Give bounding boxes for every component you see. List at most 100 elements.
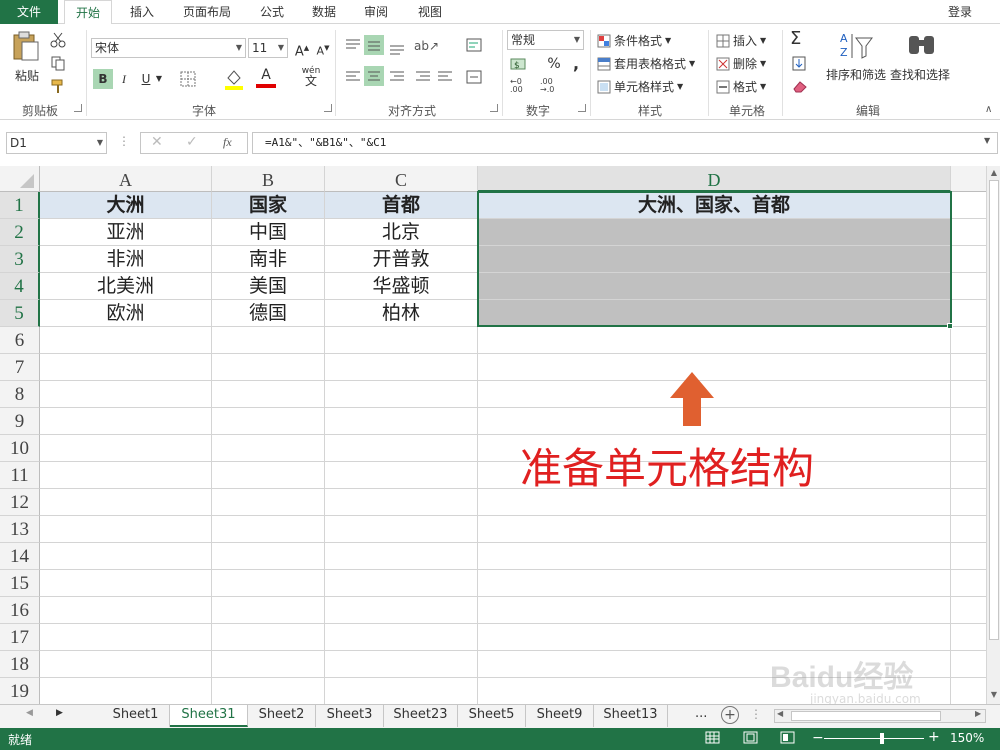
empty-cell[interactable] xyxy=(40,381,212,408)
empty-cell[interactable] xyxy=(325,543,478,570)
row-header[interactable]: 11 xyxy=(0,462,40,489)
empty-cell[interactable] xyxy=(951,354,986,381)
empty-cell[interactable] xyxy=(212,327,325,354)
number-format-select[interactable]: 常规 ▼ xyxy=(507,30,584,50)
clipboard-launcher-icon[interactable] xyxy=(74,104,82,112)
cell-b4[interactable]: 美国 xyxy=(212,273,325,300)
cell-styles-button[interactable]: 单元格样式 ▼ xyxy=(597,78,683,95)
zoom-in-icon[interactable]: + xyxy=(928,729,940,745)
empty-cell[interactable] xyxy=(951,570,986,597)
column-header-c[interactable]: C xyxy=(325,166,478,192)
empty-cell[interactable] xyxy=(478,624,951,651)
row-header[interactable]: 10 xyxy=(0,435,40,462)
vertical-scrollbar[interactable]: ▲ ▼ xyxy=(986,166,1000,704)
empty-cell[interactable] xyxy=(478,570,951,597)
empty-cell[interactable] xyxy=(40,408,212,435)
empty-cell[interactable] xyxy=(951,462,986,489)
row-header[interactable]: 2 xyxy=(0,219,40,246)
scroll-down-icon[interactable]: ▼ xyxy=(987,690,1000,699)
empty-cell[interactable] xyxy=(951,624,986,651)
empty-cell[interactable] xyxy=(951,192,986,219)
column-header-b[interactable]: B xyxy=(212,166,325,192)
conditional-format-button[interactable]: 条件格式 ▼ xyxy=(597,32,671,49)
empty-cell[interactable] xyxy=(40,435,212,462)
empty-cell[interactable] xyxy=(40,651,212,678)
row-header[interactable]: 9 xyxy=(0,408,40,435)
empty-cell[interactable] xyxy=(951,300,986,327)
row-header[interactable]: 18 xyxy=(0,651,40,678)
sheet-tab[interactable]: Sheet3 xyxy=(316,705,384,727)
empty-cell[interactable] xyxy=(40,570,212,597)
scroll-right-icon[interactable]: ▶ xyxy=(975,709,981,718)
cell-c3[interactable]: 开普敦 xyxy=(325,246,478,273)
cut-icon[interactable] xyxy=(50,32,66,48)
empty-cell[interactable] xyxy=(325,435,478,462)
row-header[interactable]: 7 xyxy=(0,354,40,381)
cell-d4[interactable] xyxy=(478,273,951,300)
column-header-a[interactable]: A xyxy=(40,166,212,192)
cell-d3[interactable] xyxy=(478,246,951,273)
cell-d5[interactable] xyxy=(478,300,951,327)
empty-cell[interactable] xyxy=(40,597,212,624)
fill-handle[interactable] xyxy=(947,323,953,329)
format-painter-icon[interactable] xyxy=(50,78,66,94)
sort-filter-button[interactable]: AZ 排序和筛选 xyxy=(826,30,886,100)
empty-cell[interactable] xyxy=(212,570,325,597)
empty-cell[interactable] xyxy=(212,597,325,624)
format-as-table-button[interactable]: 套用表格格式 ▼ xyxy=(597,55,695,72)
sheet-more[interactable]: ... xyxy=(695,706,707,721)
increase-font-icon[interactable]: A▲ xyxy=(292,38,312,59)
scroll-up-icon[interactable]: ▲ xyxy=(987,168,1000,177)
empty-cell[interactable] xyxy=(325,489,478,516)
tab-formulas[interactable]: 公式 xyxy=(250,0,294,24)
empty-cell[interactable] xyxy=(478,597,951,624)
cell-b1[interactable]: 国家 xyxy=(212,192,325,219)
currency-icon[interactable]: $ xyxy=(510,56,534,72)
zoom-slider[interactable] xyxy=(824,738,924,739)
cell-a3[interactable]: 非洲 xyxy=(40,246,212,273)
empty-cell[interactable] xyxy=(40,462,212,489)
empty-cell[interactable] xyxy=(325,327,478,354)
empty-cell[interactable] xyxy=(212,408,325,435)
row-header[interactable]: 8 xyxy=(0,381,40,408)
zoom-slider-thumb[interactable] xyxy=(880,733,884,744)
column-header-d[interactable]: D xyxy=(478,166,951,192)
cell-d1[interactable]: 大洲、国家、首都 xyxy=(478,192,951,219)
empty-cell[interactable] xyxy=(212,354,325,381)
empty-cell[interactable] xyxy=(478,543,951,570)
tab-data[interactable]: 数据 xyxy=(302,0,346,24)
cell-c5[interactable]: 柏林 xyxy=(325,300,478,327)
row-header[interactable]: 17 xyxy=(0,624,40,651)
tab-view[interactable]: 视图 xyxy=(408,0,452,24)
delete-cells-button[interactable]: 删除 ▼ xyxy=(716,55,766,72)
row-header[interactable]: 3 xyxy=(0,246,40,273)
copy-icon[interactable] xyxy=(50,55,74,71)
zoom-level[interactable]: 150% xyxy=(950,731,984,745)
clear-icon[interactable] xyxy=(792,79,810,93)
empty-cell[interactable] xyxy=(325,354,478,381)
wrap-text-icon[interactable] xyxy=(466,38,484,54)
bold-button[interactable]: B xyxy=(93,69,113,89)
row-header[interactable]: 19 xyxy=(0,678,40,704)
horizontal-scrollbar[interactable]: ◀ ▶ xyxy=(774,709,986,723)
formula-input[interactable]: =A1&"、"&B1&"、"&C1 xyxy=(252,132,998,154)
worksheet-grid[interactable]: A B C D 1 2 3 4 5 6 7 8 9 10 11 12 13 14 15 16 17 18 19 大洲… xyxy=(0,166,986,704)
alignment-launcher-icon[interactable] xyxy=(490,104,498,112)
login-link[interactable]: 登录 xyxy=(940,0,980,24)
empty-cell[interactable] xyxy=(951,489,986,516)
cell-c2[interactable]: 北京 xyxy=(325,219,478,246)
empty-cell[interactable] xyxy=(951,408,986,435)
empty-cell[interactable] xyxy=(951,543,986,570)
merge-center-icon[interactable] xyxy=(466,69,484,85)
percent-button[interactable]: % xyxy=(544,54,564,74)
empty-cell[interactable] xyxy=(212,381,325,408)
cell-b2[interactable]: 中国 xyxy=(212,219,325,246)
cell-b5[interactable]: 德国 xyxy=(212,300,325,327)
cell-c1[interactable]: 首都 xyxy=(325,192,478,219)
vertical-scroll-thumb[interactable] xyxy=(989,180,999,640)
row-header[interactable]: 12 xyxy=(0,489,40,516)
border-icon[interactable] xyxy=(180,71,196,87)
empty-cell[interactable] xyxy=(40,327,212,354)
cell-a2[interactable]: 亚洲 xyxy=(40,219,212,246)
insert-function-icon[interactable]: fx xyxy=(223,135,232,150)
